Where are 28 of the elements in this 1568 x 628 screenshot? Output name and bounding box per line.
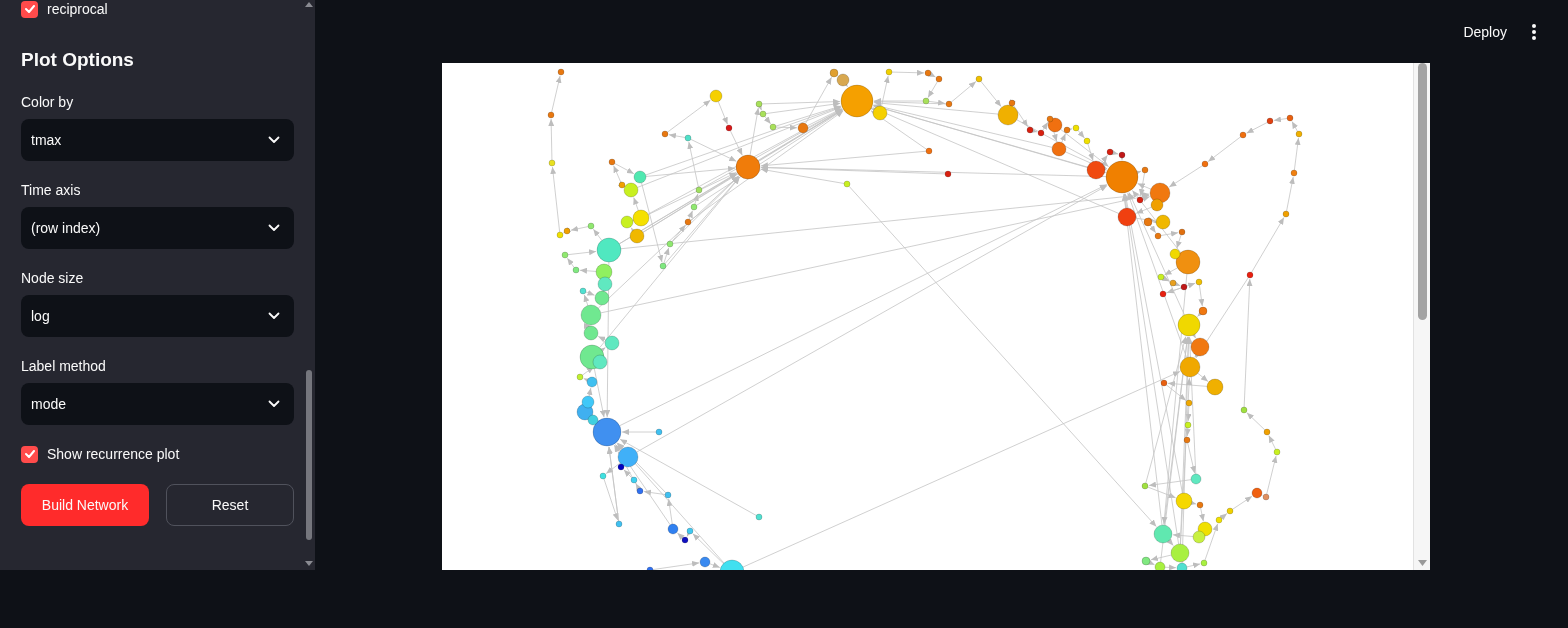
- dropdown-field[interactable]: (row index): [21, 207, 294, 249]
- chevron-down-icon: [268, 312, 280, 320]
- field-label: Color by: [21, 93, 74, 112]
- scroll-down-arrow-icon[interactable]: [1417, 560, 1427, 566]
- chevron-down-icon: [268, 136, 280, 144]
- checkbox[interactable]: [21, 0, 38, 18]
- dropdown-field[interactable]: tmax: [21, 119, 294, 161]
- more-menu-icon[interactable]: [1532, 23, 1536, 40]
- checkbox-label: Show recurrence plot: [47, 445, 180, 463]
- section-title: Plot Options: [21, 48, 135, 72]
- checkmark-icon: [24, 5, 35, 13]
- secondary-button[interactable]: Reset: [166, 484, 294, 526]
- deploy-button[interactable]: Deploy: [1453, 17, 1517, 46]
- dropdown-field[interactable]: mode: [21, 383, 294, 425]
- scroll-up-arrow-icon[interactable]: [305, 2, 313, 7]
- scroll-down-arrow-icon[interactable]: [305, 561, 313, 566]
- checkbox-label: reciprocal: [47, 0, 108, 18]
- scrollbar-thumb[interactable]: [306, 370, 312, 540]
- field-label: Time axis: [21, 181, 81, 200]
- scrollbar-thumb[interactable]: [1417, 63, 1427, 320]
- chevron-down-icon: [268, 224, 280, 232]
- dropdown-field[interactable]: log: [21, 295, 294, 337]
- primary-button[interactable]: Build Network: [21, 484, 149, 526]
- checkbox[interactable]: [21, 445, 38, 463]
- field-label: Label method: [21, 357, 106, 376]
- checkmark-icon: [24, 450, 35, 458]
- field-label: Node size: [21, 269, 84, 288]
- chevron-down-icon: [268, 400, 280, 408]
